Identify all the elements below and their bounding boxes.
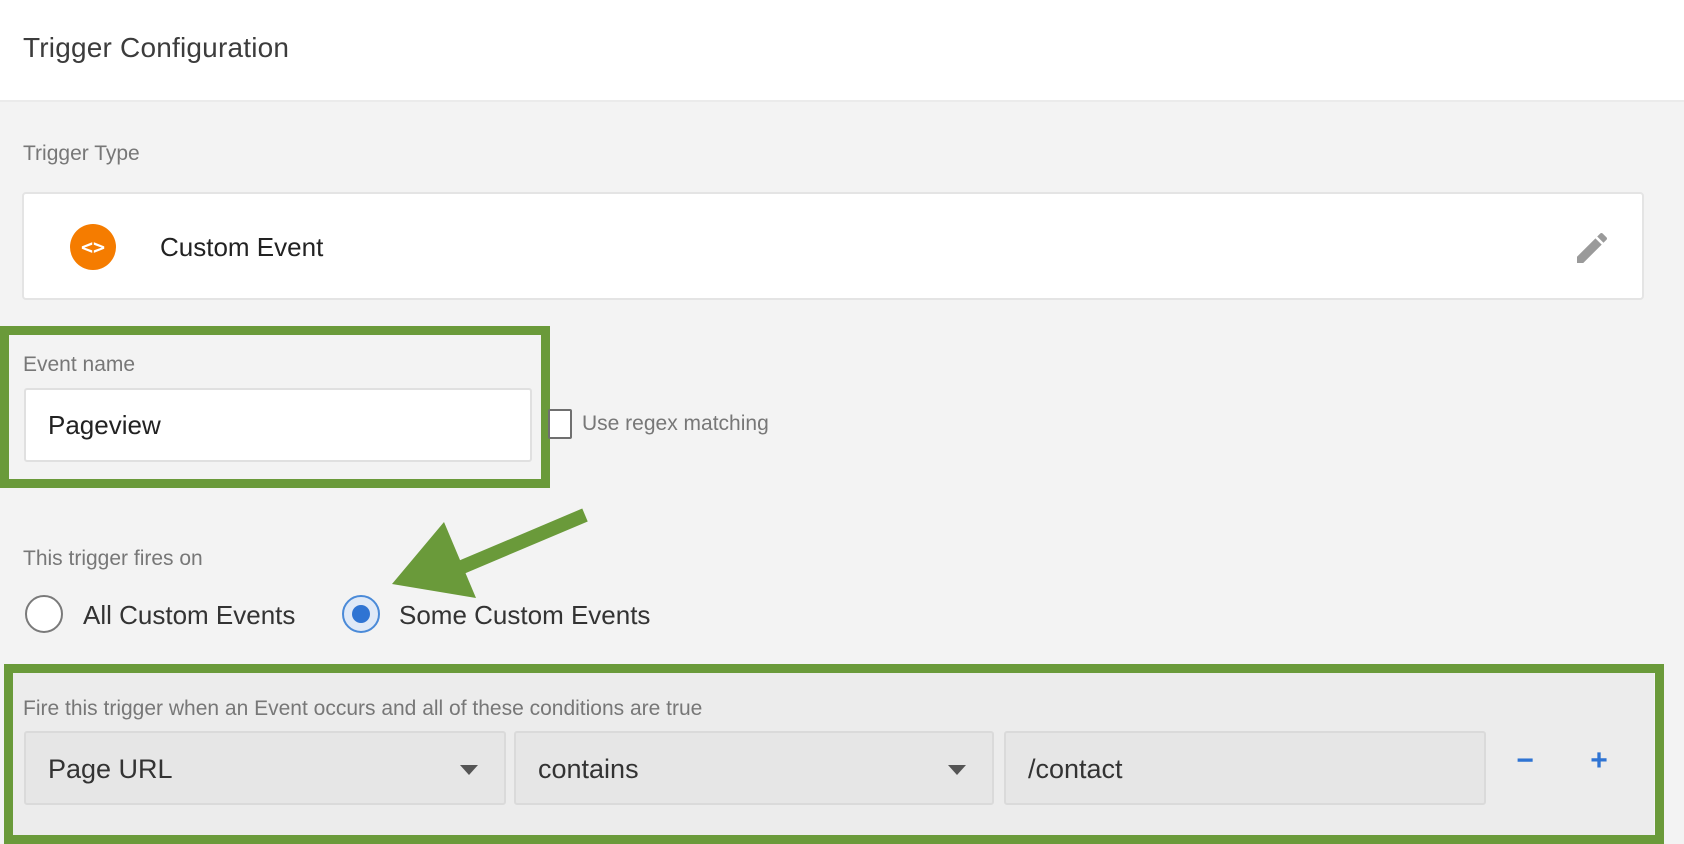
- radio-some-custom-events-label: Some Custom Events: [399, 600, 651, 630]
- event-name-label: Event name: [23, 353, 136, 376]
- regex-label: Use regex matching: [582, 412, 769, 435]
- pencil-icon[interactable]: [1572, 228, 1612, 268]
- fires-on-label: This trigger fires on: [23, 547, 203, 570]
- header: Trigger Configuration: [0, 0, 1684, 102]
- radio-all-custom-events[interactable]: [25, 595, 63, 633]
- condition-value-input[interactable]: /contact: [1004, 731, 1486, 805]
- add-condition-button[interactable]: +: [1584, 744, 1614, 778]
- radio-all-custom-events-label: All Custom Events: [83, 600, 296, 630]
- code-brackets-icon: <>: [70, 224, 116, 270]
- condition-variable-select[interactable]: Page URL: [24, 731, 506, 805]
- chevron-down-icon: [948, 765, 966, 775]
- trigger-type-name: Custom Event: [160, 232, 324, 262]
- condition-value-text: /contact: [1028, 754, 1123, 784]
- condition-variable-value: Page URL: [48, 754, 173, 784]
- chevron-down-icon: [460, 765, 478, 775]
- condition-operator-select[interactable]: contains: [514, 731, 994, 805]
- annotation-arrow-icon: [392, 508, 588, 598]
- event-name-input[interactable]: [24, 388, 532, 462]
- trigger-config-page: Trigger Configuration Trigger Type <> Cu…: [0, 0, 1684, 844]
- trigger-type-label: Trigger Type: [23, 142, 140, 165]
- remove-condition-button[interactable]: −: [1510, 744, 1540, 778]
- conditions-label: Fire this trigger when an Event occurs a…: [23, 697, 703, 720]
- condition-operator-value: contains: [538, 754, 639, 784]
- regex-checkbox[interactable]: [548, 409, 572, 439]
- page-title: Trigger Configuration: [23, 32, 290, 63]
- radio-some-custom-events[interactable]: [342, 595, 380, 633]
- radio-selected-dot: [352, 605, 370, 623]
- trigger-type-card[interactable]: <> Custom Event: [22, 192, 1644, 300]
